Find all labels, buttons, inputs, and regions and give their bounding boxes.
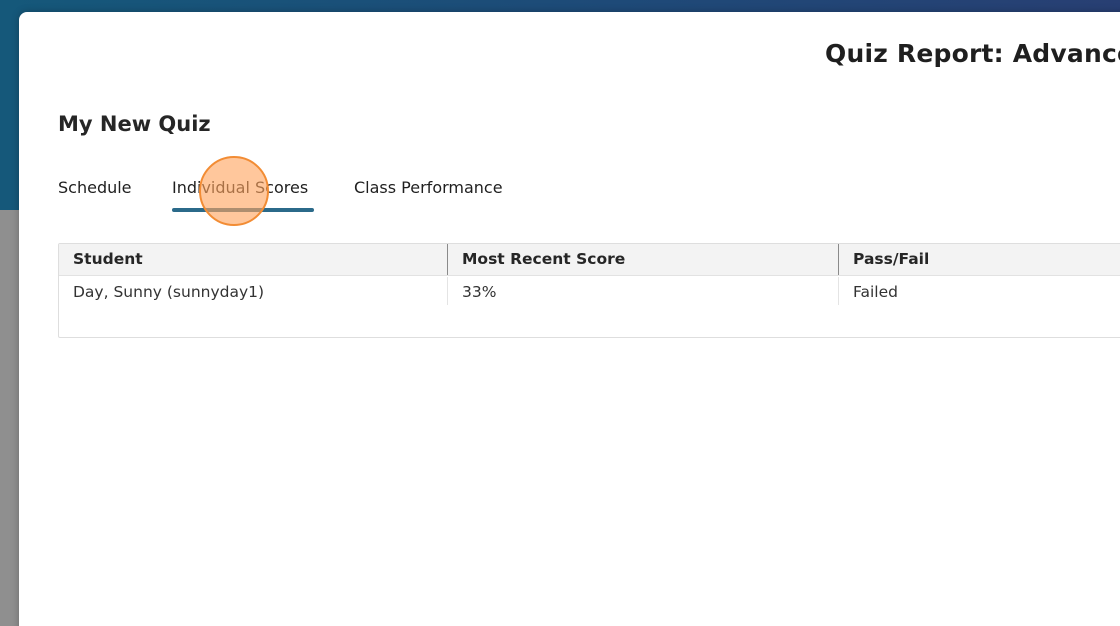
- column-header-most-recent-score[interactable]: Most Recent Score: [462, 249, 625, 269]
- scores-table: Student Most Recent Score Pass/Fail Day,…: [58, 243, 1120, 338]
- tab-individual-scores[interactable]: Individual Scores: [172, 178, 314, 216]
- cell-divider: [447, 277, 448, 305]
- quiz-name: My New Quiz: [58, 112, 211, 136]
- cell-divider: [838, 277, 839, 305]
- column-header-pass-fail[interactable]: Pass/Fail: [853, 249, 929, 269]
- quiz-report-modal: Quiz Report: Advanced My New Quiz Schedu…: [19, 12, 1120, 626]
- modal-title: Quiz Report: Advanced: [825, 39, 1120, 68]
- tab-schedule[interactable]: Schedule: [58, 178, 134, 216]
- cell-student: Day, Sunny (sunnyday1): [73, 283, 265, 301]
- cell-most-recent-score: 33%: [462, 283, 497, 301]
- column-divider[interactable]: [838, 244, 839, 275]
- column-header-student[interactable]: Student: [73, 249, 143, 269]
- table-header: Student Most Recent Score Pass/Fail: [59, 244, 1120, 276]
- cell-pass-fail: Failed: [853, 283, 898, 301]
- column-divider[interactable]: [447, 244, 448, 275]
- tab-class-performance[interactable]: Class Performance: [354, 178, 510, 216]
